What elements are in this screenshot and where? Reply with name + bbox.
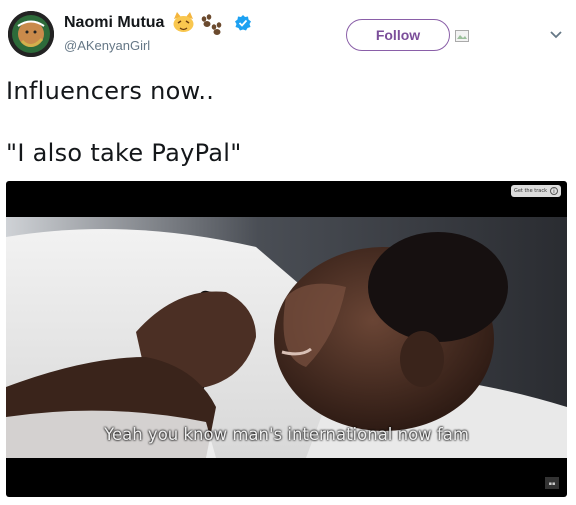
tweet-line: "I also take PayPal": [6, 139, 242, 167]
video-player[interactable]: Get the track i Yeah you know man's inte…: [6, 181, 567, 497]
video-logo-icon: ▪▪: [545, 477, 559, 489]
broken-image-icon: [455, 30, 469, 42]
get-track-label: Get the track: [513, 188, 547, 194]
avatar[interactable]: [8, 11, 54, 57]
verified-badge-icon: [235, 15, 251, 31]
tweet-line: Influencers now..: [6, 77, 215, 105]
svg-text:▪▪: ▪▪: [549, 481, 556, 487]
get-the-track-button[interactable]: Get the track i: [510, 185, 561, 197]
tweet-text: Influencers now.. "I also take PayPal": [6, 76, 242, 169]
chevron-down-icon[interactable]: [549, 30, 563, 40]
video-subtitle: Yeah you know man's international now fa…: [104, 425, 469, 444]
name-emoji-group: [171, 10, 261, 36]
paw-prints-icon: [201, 14, 222, 35]
cat-face-icon: [173, 12, 194, 32]
info-icon: i: [550, 187, 558, 195]
video-frame: [6, 217, 567, 458]
display-name[interactable]: Naomi Mutua: [64, 14, 164, 32]
tweet-header: Naomi Mutua @AKenyanGirl Follow: [0, 0, 576, 64]
user-handle[interactable]: @AKenyanGirl: [64, 38, 150, 53]
follow-button[interactable]: Follow: [346, 19, 450, 51]
